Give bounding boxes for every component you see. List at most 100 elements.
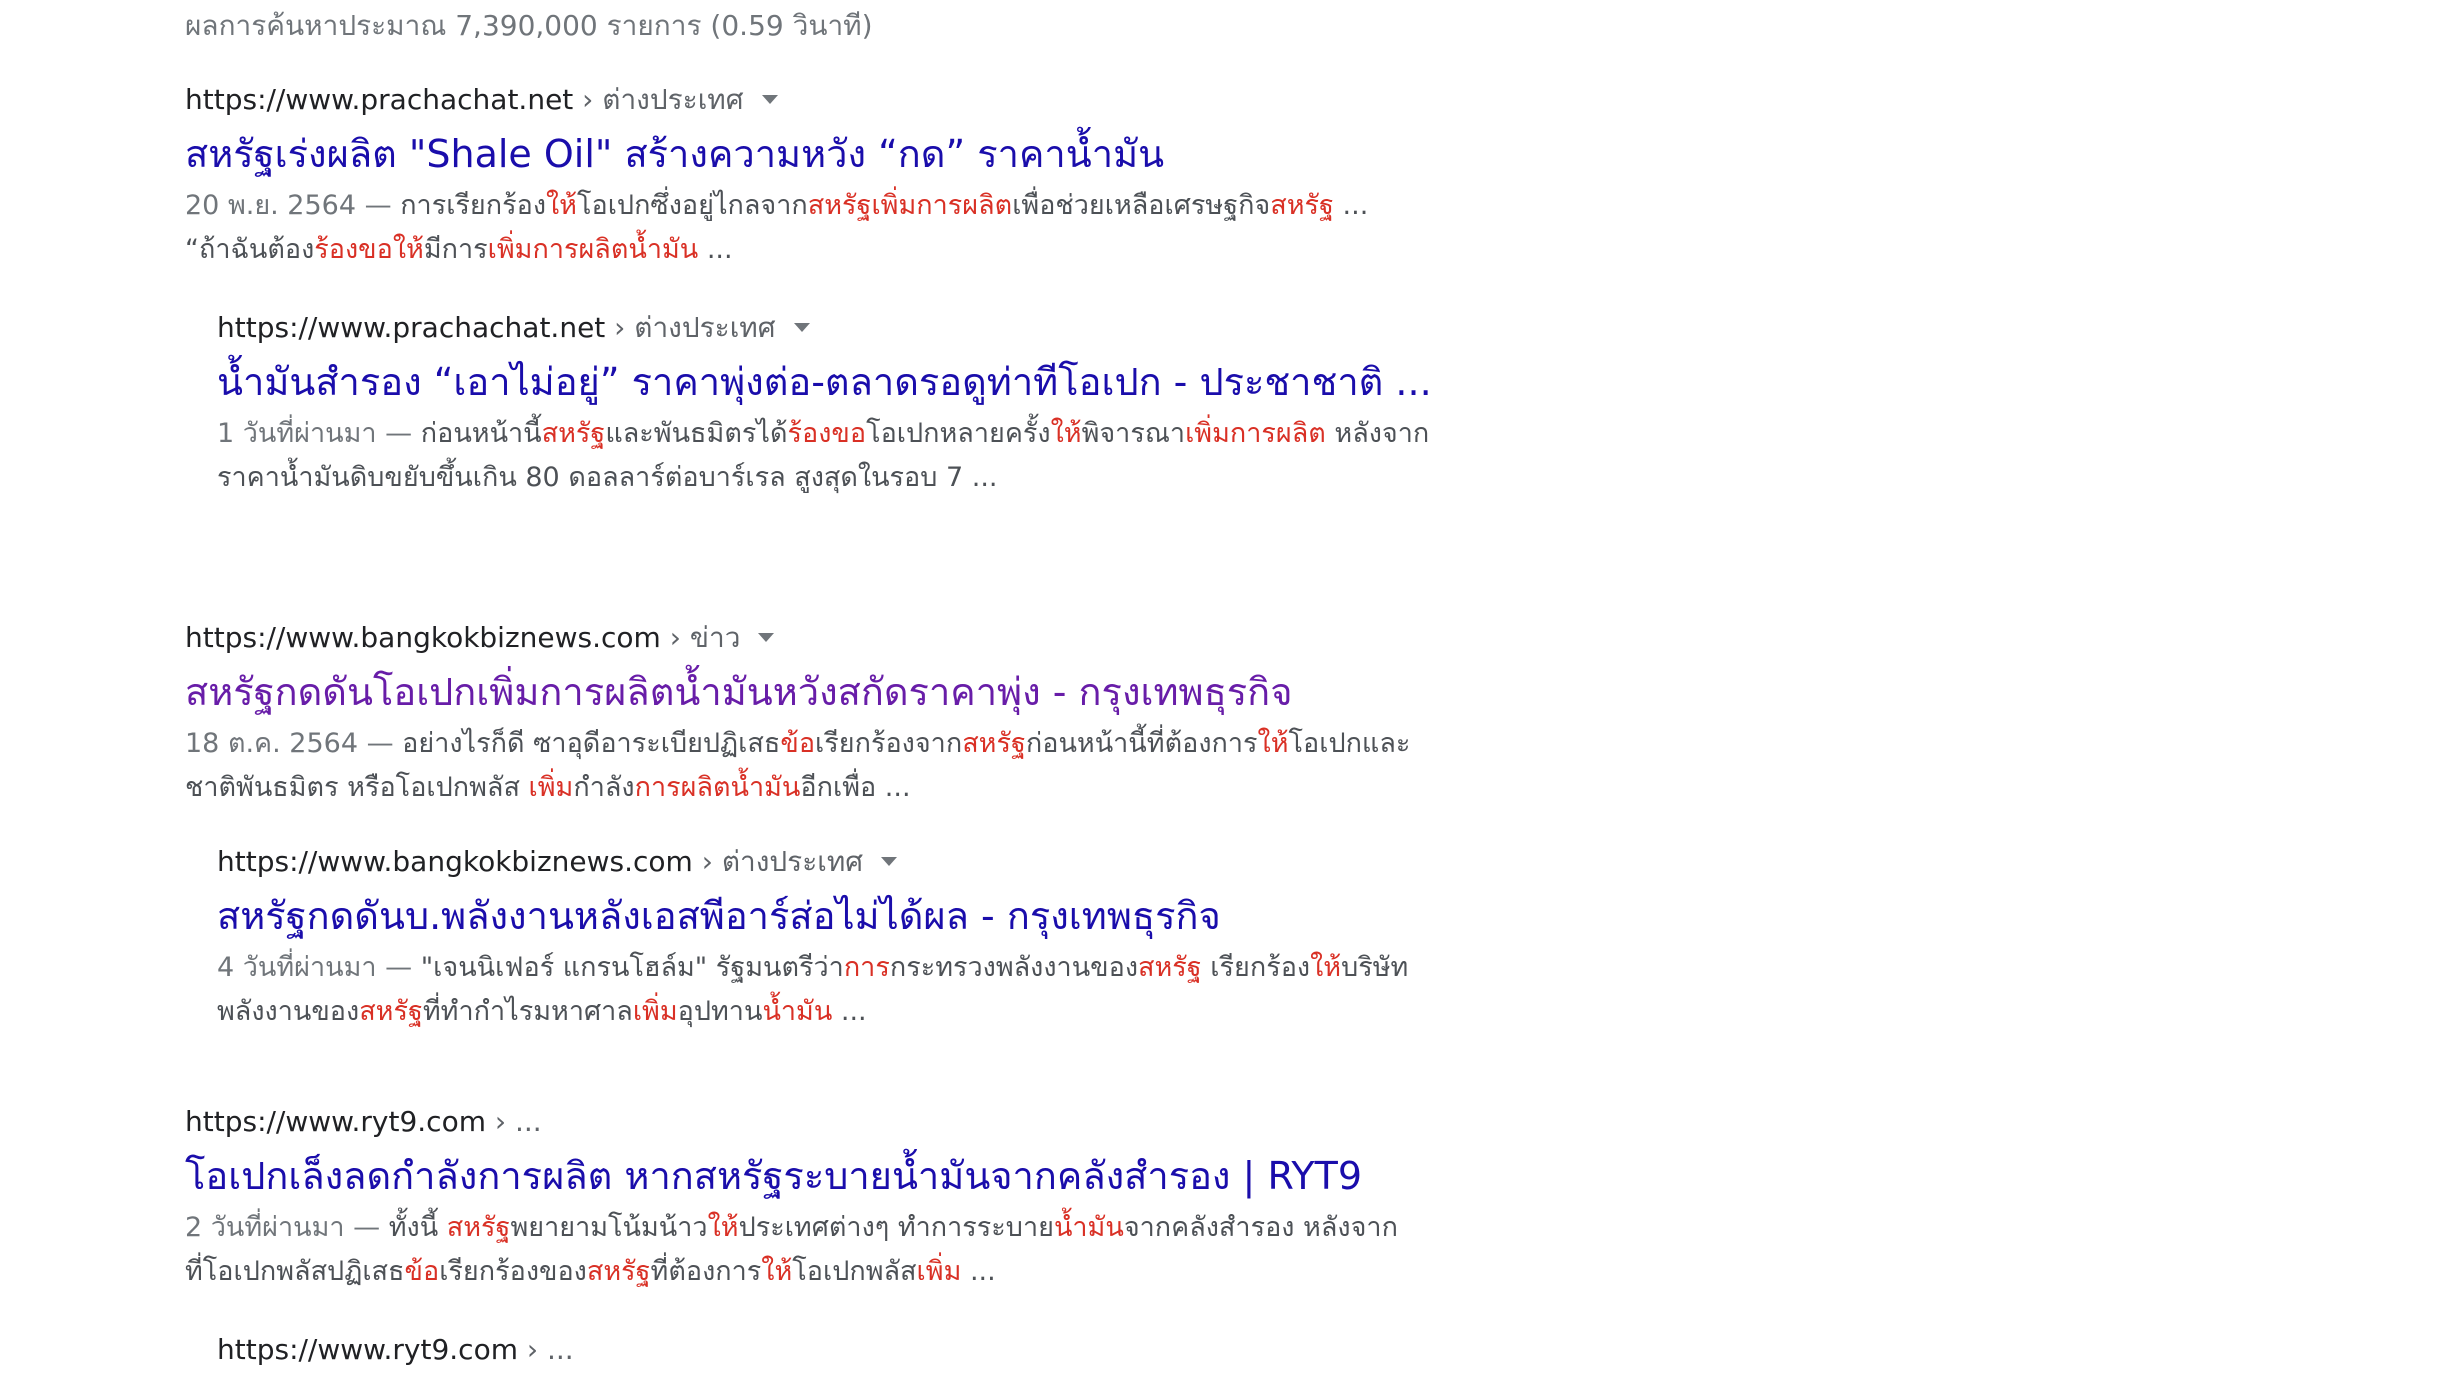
result-snippet: 18 ต.ค. 2564 — อย่างไรก็ดี ซาอุดีอาระเบี…	[185, 722, 1415, 810]
result-options-arrow-icon[interactable]	[881, 856, 898, 866]
highlighted-term: สหรัฐ	[541, 418, 606, 449]
result-url[interactable]: https://www.bangkokbiznews.com › ต่างประ…	[217, 840, 1447, 884]
highlighted-term: สหรัฐ	[962, 728, 1026, 759]
highlighted-term: ให้	[707, 1212, 739, 1243]
snippet-text: มีการ	[423, 234, 488, 265]
search-result: https://www.ryt9.com › ... โอเปกเล็งลดกำล…	[185, 1100, 1415, 1294]
result-snippet: 20 พ.ย. 2564 — การเรียกร้องให้โอเปกซึ่งอ…	[185, 184, 1415, 272]
result-snippet: 4 วันที่ผ่านมา — "เจนนิเฟอร์ แกรนโฮล์ม" …	[217, 946, 1447, 1034]
highlighted-term: ให้	[761, 1256, 793, 1287]
result-url-domain: https://www.prachachat.net	[217, 311, 606, 344]
result-url-breadcrumb: › ...	[517, 1333, 574, 1366]
result-url-breadcrumb: › ต่างประเทศ	[573, 83, 744, 116]
highlighted-term: น้ำมัน	[1053, 1212, 1124, 1243]
result-options-arrow-icon[interactable]	[793, 322, 810, 332]
snippet-text: โอเปกหลายครั้ง	[866, 418, 1051, 449]
highlighted-term: การ	[843, 952, 890, 983]
result-title-link[interactable]: สหรัฐกดดันบ.พลังงานหลังเอสพีอาร์ส่อไม่ได…	[217, 888, 1447, 944]
snippet-text: พยายามโน้มน้าว	[510, 1212, 708, 1243]
result-title-link[interactable]: น้ำมันสำรอง “เอาไม่อยู่” ราคาพุ่งต่อ-ตลา…	[217, 354, 1447, 410]
highlighted-term: เพิ่มการผลิต	[1185, 418, 1326, 449]
highlighted-term: เพิ่ม	[528, 772, 574, 803]
result-snippet: 1 วันที่ผ่านมา — ก่อนหน้านี้สหรัฐและพันธ…	[217, 412, 1447, 500]
highlighted-term: สหรัฐเพิ่มการผลิต	[807, 190, 1013, 221]
result-title-link[interactable]: โอเปกเล็งลดกำลังการผลิต หากสหรัฐระบายน้ำ…	[185, 1148, 1415, 1204]
result-url-domain: https://www.bangkokbiznews.com	[217, 845, 693, 878]
search-result: https://www.prachachat.net › ต่างประเทศน…	[217, 306, 1447, 500]
snippet-text: “ถ้าฉันต้อง	[185, 234, 315, 265]
result-url[interactable]: https://www.prachachat.net › ต่างประเทศ	[217, 306, 1447, 350]
highlighted-term: เพิ่มการผลิตน้ำมัน	[487, 234, 699, 265]
snippet-text: ...	[698, 234, 733, 265]
search-result: https://www.bangkokbiznews.com › ข่าว สหร…	[185, 616, 1415, 810]
result-url-breadcrumb: › ข่าว	[660, 621, 741, 654]
snippet-text: เรียกร้องจาก	[815, 728, 963, 759]
highlighted-term: ให้	[1310, 952, 1342, 983]
result-url-breadcrumb: › ต่างประเทศ	[692, 845, 864, 878]
result-date: 18 ต.ค. 2564 —	[185, 728, 403, 759]
snippet-text: โอเปกซึ่งอยู่ไกลจาก	[576, 190, 808, 221]
result-options-arrow-icon[interactable]	[761, 94, 778, 104]
result-url[interactable]: https://www.bangkokbiznews.com › ข่าว	[185, 616, 1415, 660]
result-title-link[interactable]: สหรัฐกดดันโอเปกเพิ่มการผลิตน้ำมันหวังสกั…	[185, 664, 1415, 720]
highlighted-term: เพิ่ม	[916, 1256, 962, 1287]
snippet-text: อีกเพื่อ ...	[800, 772, 911, 803]
search-result: https://www.ryt9.com › ...	[217, 1328, 1447, 1372]
highlighted-term: ร้องขอให้	[314, 234, 424, 265]
result-options-arrow-icon[interactable]	[758, 632, 775, 642]
search-result: https://www.bangkokbiznews.com › ต่างประ…	[217, 840, 1447, 1034]
result-date: 2 วันที่ผ่านมา —	[185, 1212, 389, 1243]
result-date: 4 วันที่ผ่านมา —	[217, 952, 421, 983]
highlighted-term: ร้องขอ	[787, 418, 867, 449]
snippet-text: ...	[832, 996, 867, 1027]
highlighted-term: สหรัฐ	[1270, 190, 1334, 221]
snippet-text: การเรียกร้อง	[400, 190, 546, 221]
snippet-text: ที่ต้องการ	[650, 1256, 762, 1287]
highlighted-term: สหรัฐ	[586, 1256, 651, 1287]
result-url[interactable]: https://www.ryt9.com › ...	[185, 1100, 1415, 1144]
result-url-domain: https://www.ryt9.com	[185, 1105, 486, 1138]
result-url-domain: https://www.prachachat.net	[185, 83, 574, 116]
snippet-text: เพื่อช่วยเหลือเศรษฐกิจ	[1012, 190, 1271, 221]
snippet-text: และพันธมิตรได้	[605, 418, 788, 449]
snippet-text: อุปทาน	[677, 996, 763, 1027]
snippet-text: ทั้งนี้	[388, 1212, 447, 1243]
result-url[interactable]: https://www.prachachat.net › ต่างประเทศ	[185, 78, 1415, 122]
highlighted-term: ให้	[1257, 728, 1289, 759]
highlighted-term: สหรัฐ	[446, 1212, 511, 1243]
search-result: https://www.prachachat.net › ต่างประเทศส…	[185, 78, 1415, 272]
snippet-text: ...	[961, 1256, 996, 1287]
highlighted-term: ข้อ	[404, 1256, 440, 1287]
snippet-text: ที่ทำกำไรมหาศาล	[422, 996, 633, 1027]
snippet-text: ก่อนหน้านี้ที่ต้องการ	[1025, 728, 1258, 759]
snippet-text: ...	[1333, 190, 1369, 221]
highlighted-term: สหรัฐ	[359, 996, 423, 1027]
result-url-domain: https://www.ryt9.com	[217, 1333, 518, 1366]
highlighted-term: สหรัฐ	[1138, 952, 1202, 983]
highlighted-term: ให้	[546, 190, 577, 221]
snippet-text: อย่างไรก็ดี ซาอุดีอาระเบียปฏิเสธ	[402, 728, 781, 759]
result-title-link[interactable]: สหรัฐเร่งผลิต "Shale Oil" สร้างความหวัง …	[185, 126, 1415, 182]
snippet-text: กระทรวงพลังงานของ	[889, 952, 1139, 983]
snippet-text: โอเปกพลัส	[792, 1256, 917, 1287]
snippet-text: กำลัง	[573, 772, 635, 803]
result-url-domain: https://www.bangkokbiznews.com	[185, 621, 661, 654]
snippet-text: "เจนนิเฟอร์ แกรนโฮล์ม" รัฐมนตรีว่า	[420, 952, 844, 983]
snippet-text: ประเทศต่างๆ ทำการระบาย	[738, 1212, 1054, 1243]
highlighted-term: การผลิตน้ำมัน	[634, 772, 801, 803]
highlighted-term: เพิ่ม	[632, 996, 678, 1027]
highlighted-term: น้ำมัน	[762, 996, 833, 1027]
snippet-text: เรียกร้องของ	[439, 1256, 587, 1287]
result-url-breadcrumb: › ...	[485, 1105, 542, 1138]
result-date: 20 พ.ย. 2564 —	[185, 190, 401, 221]
result-stats: ผลการค้นหาประมาณ 7,390,000 รายการ (0.59 …	[185, 9, 873, 42]
result-snippet: 2 วันที่ผ่านมา — ทั้งนี้ สหรัฐพยายามโน้ม…	[185, 1206, 1415, 1294]
snippet-text: พิจารณา	[1081, 418, 1186, 449]
highlighted-term: ข้อ	[780, 728, 816, 759]
snippet-text: ก่อนหน้านี้	[420, 418, 542, 449]
result-date: 1 วันที่ผ่านมา —	[217, 418, 421, 449]
result-url-breadcrumb: › ต่างประเทศ	[605, 311, 776, 344]
highlighted-term: ให้	[1050, 418, 1082, 449]
snippet-text: เรียกร้อง	[1201, 952, 1311, 983]
result-url[interactable]: https://www.ryt9.com › ...	[217, 1328, 1447, 1372]
